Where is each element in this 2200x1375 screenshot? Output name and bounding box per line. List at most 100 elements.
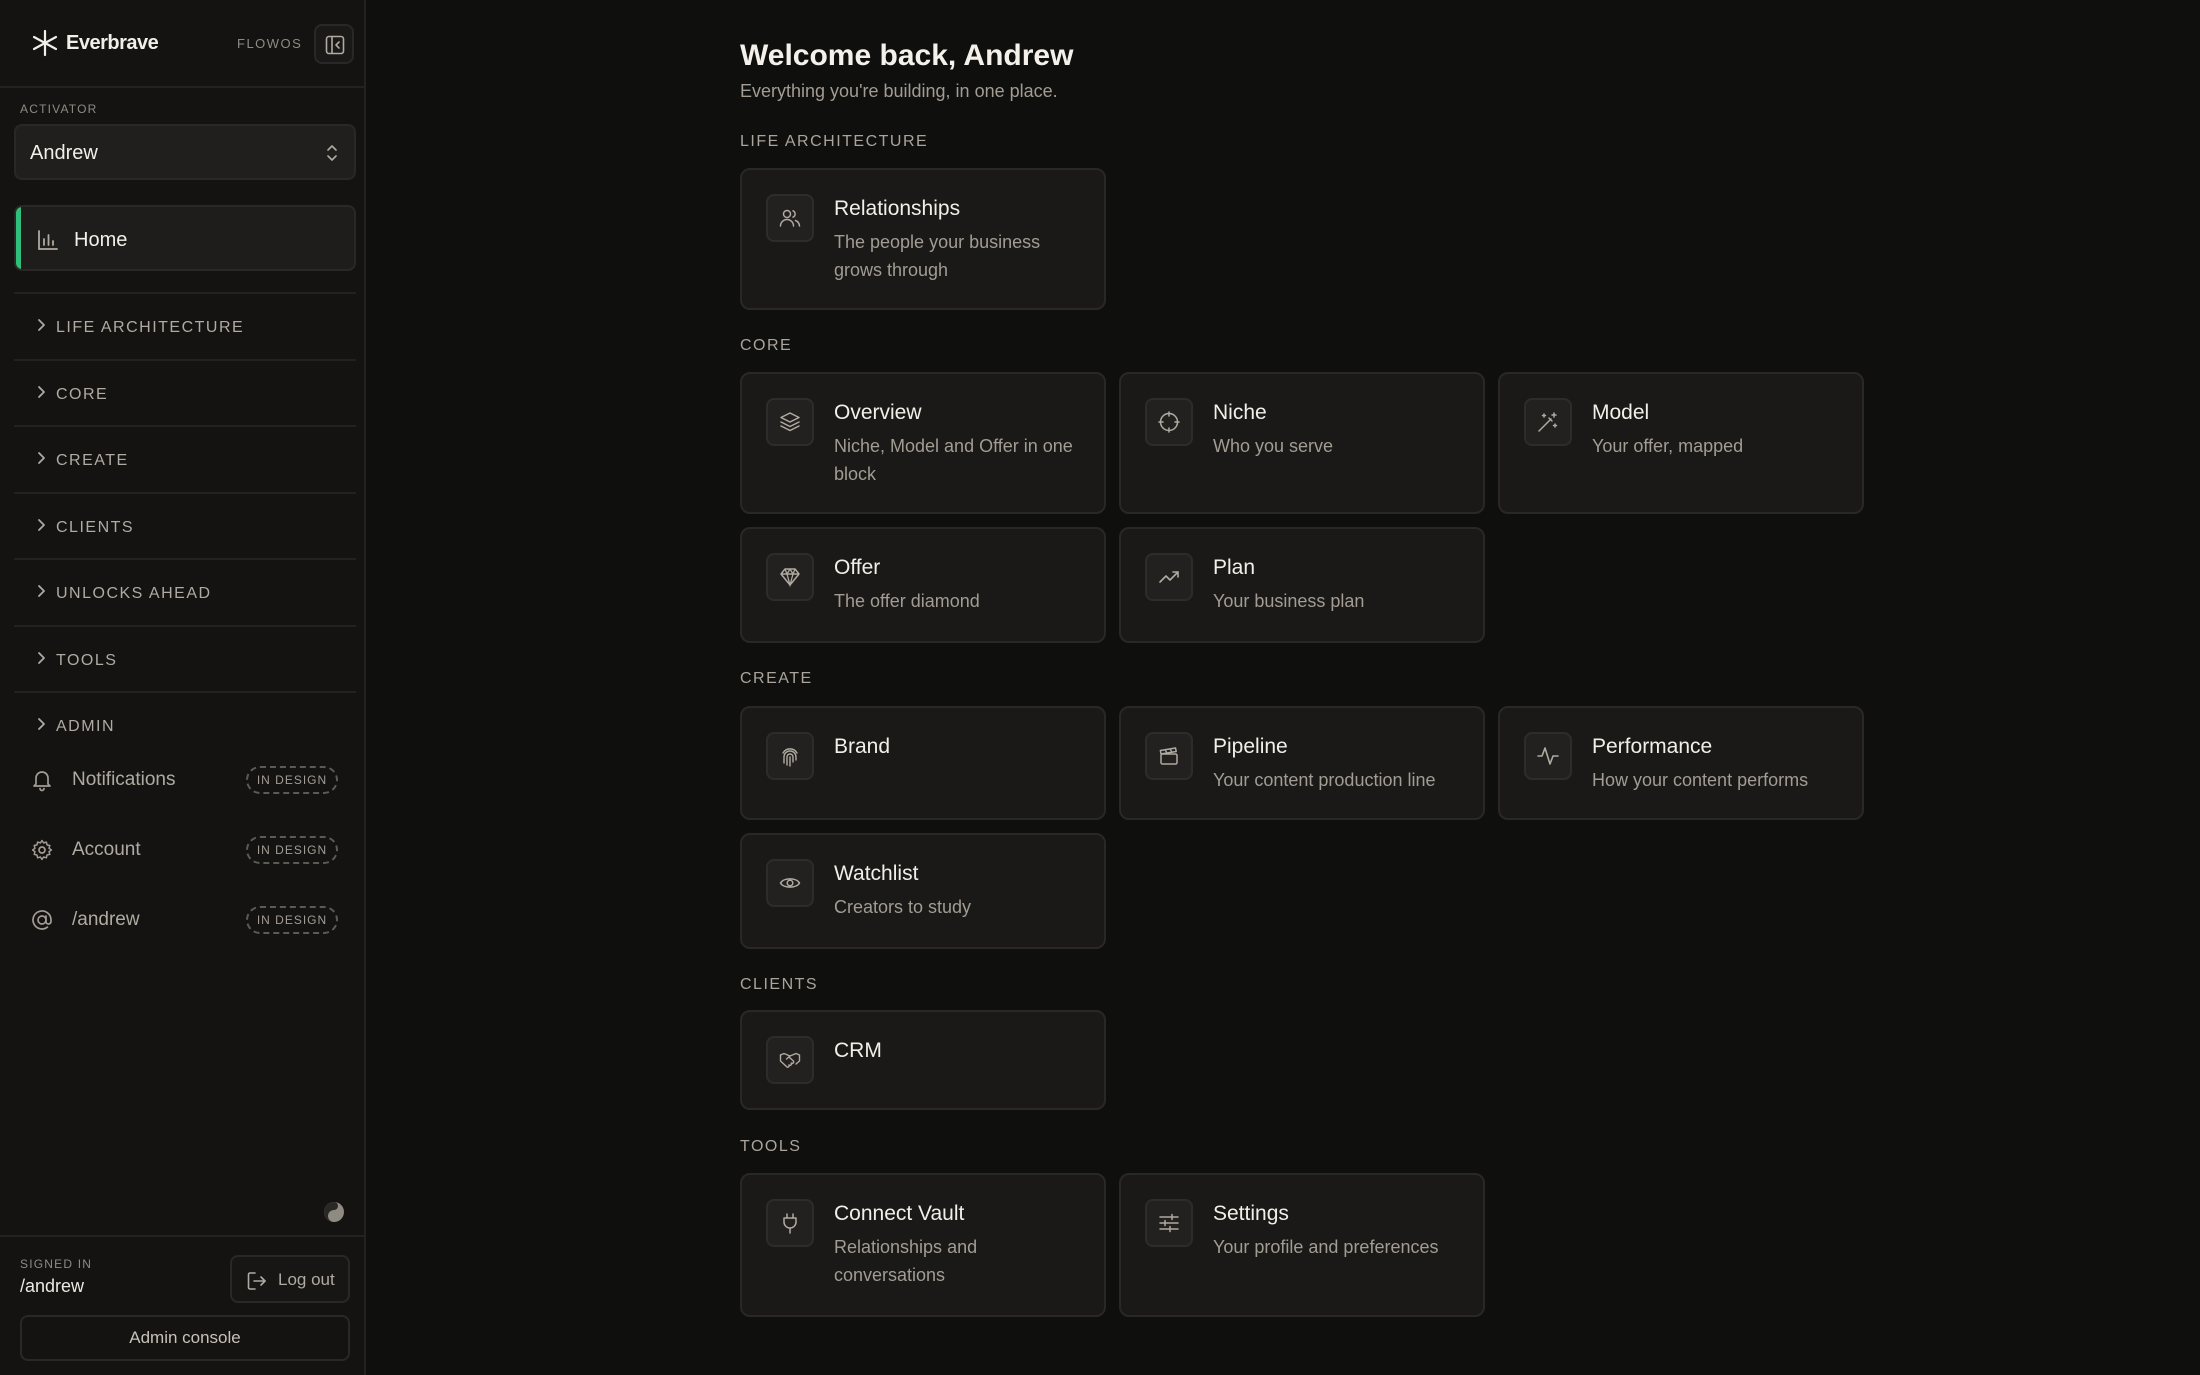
card-description: Your content production line <box>1213 770 1436 790</box>
card-icon-box <box>1524 732 1572 780</box>
card-icon-box <box>766 194 814 242</box>
card-title: Offer <box>834 556 881 579</box>
card-icon-box <box>766 1199 814 1247</box>
card-overview[interactable]: Overview Niche, Model and Offer in one b… <box>740 372 1106 514</box>
card-offer[interactable]: Offer The offer diamond <box>740 527 1106 643</box>
brand-name[interactable]: Everbrave <box>66 28 159 58</box>
sidebar-section-clients[interactable]: CLIENTS <box>14 492 356 558</box>
activator-label: ACTIVATOR <box>20 102 98 116</box>
plug-icon <box>783 1213 797 1234</box>
card-icon-box <box>766 732 814 780</box>
logout-icon <box>247 1272 266 1290</box>
sidebar: Everbrave FLOWOS ACTIVATOR Andrew Home L… <box>0 0 366 1375</box>
card-niche[interactable]: Niche Who you serve <box>1119 372 1485 514</box>
signed-in-user: /andrew <box>20 1276 85 1296</box>
sidebar-section-unlocks-ahead[interactable]: UNLOCKS AHEAD <box>14 558 356 624</box>
logout-label: Log out <box>278 1270 335 1289</box>
chevron-right-icon <box>38 519 45 531</box>
card-performance[interactable]: Performance How your content performs <box>1498 706 1864 820</box>
sidebar-item-notifications[interactable]: Notifications IN DESIGN <box>14 755 356 805</box>
main-content: Welcome back, Andrew Everything you're b… <box>740 0 2040 1375</box>
logout-button[interactable]: Log out <box>230 1255 350 1303</box>
group-label-tools: TOOLS <box>740 1138 802 1155</box>
card-settings[interactable]: Settings Your profile and preferences <box>1119 1173 1485 1317</box>
sidebar-section-create[interactable]: CREATE <box>14 425 356 491</box>
chevron-right-icon <box>38 718 45 730</box>
sidebar-item-home[interactable]: Home <box>14 205 356 271</box>
card-pipeline[interactable]: Pipeline Your content production line <box>1119 706 1485 820</box>
card-icon-box <box>766 1036 814 1084</box>
sidebar-item-label: Home <box>74 229 128 251</box>
card-model[interactable]: Model Your offer, mapped <box>1498 372 1864 514</box>
card-description: The offer diamond <box>834 591 980 611</box>
chevron-right-icon <box>38 652 45 664</box>
magic-wand-icon <box>1538 412 1558 432</box>
sidebar-section-label: ADMIN <box>56 718 116 735</box>
card-title: Niche <box>1213 401 1267 424</box>
sidebar-section-admin[interactable]: ADMIN <box>14 691 356 757</box>
sidebar-section-core[interactable]: CORE <box>14 359 356 425</box>
card-icon-box <box>766 398 814 446</box>
fingerprint-icon <box>782 748 798 767</box>
sidebar-item-label: Notifications <box>72 769 176 790</box>
group-label-core: CORE <box>740 337 793 354</box>
card-title: Brand <box>834 735 891 758</box>
card-description: Relationships and conversations <box>834 1237 978 1285</box>
eye-icon <box>779 878 801 888</box>
card-title: Settings <box>1213 1202 1289 1225</box>
card-title: Model <box>1592 401 1650 424</box>
asterisk-logo-icon <box>32 29 58 57</box>
gear-icon <box>31 839 53 861</box>
card-description: Niche, Model and Offer in one block <box>834 436 1073 484</box>
clapperboard-icon <box>1159 747 1178 765</box>
sidebar-section-label: UNLOCKS AHEAD <box>56 585 212 602</box>
crosshair-icon <box>1158 411 1180 433</box>
group-label-create: CREATE <box>740 670 813 687</box>
admin-console-button[interactable]: Admin console <box>20 1315 350 1361</box>
card-description: The people your business grows through <box>834 232 1041 280</box>
page-subtitle: Everything you're building, in one place… <box>740 81 1058 101</box>
sidebar-section-label: CREATE <box>56 452 129 469</box>
card-description: Your offer, mapped <box>1592 436 1744 456</box>
diamond-icon <box>780 568 800 588</box>
users-icon <box>779 209 801 227</box>
card-icon-box <box>766 553 814 601</box>
card-title: Pipeline <box>1213 735 1288 758</box>
sidebar-item-account[interactable]: Account IN DESIGN <box>14 825 356 875</box>
status-badge: IN DESIGN <box>246 836 338 864</box>
layers-icon <box>780 412 800 432</box>
card-plan[interactable]: Plan Your business plan <box>1119 527 1485 643</box>
card-watchlist[interactable]: Watchlist Creators to study <box>740 833 1106 949</box>
sidebar-section-life-architecture[interactable]: LIFE ARCHITECTURE <box>14 292 356 358</box>
signed-in-label: SIGNED IN <box>20 1257 93 1271</box>
card-crm[interactable]: CRM <box>740 1010 1106 1110</box>
collapse-sidebar-button[interactable] <box>314 24 354 64</box>
active-indicator <box>16 207 21 269</box>
card-description: Your profile and preferences <box>1213 1237 1439 1257</box>
activator-value: Andrew <box>30 142 98 164</box>
card-description: Your business plan <box>1213 591 1365 611</box>
status-badge: IN DESIGN <box>246 906 338 934</box>
bell-icon <box>33 771 51 792</box>
chevron-right-icon <box>38 319 45 331</box>
sidebar-item-profile[interactable]: /andrew IN DESIGN <box>14 895 356 945</box>
handshake-icon <box>779 1052 801 1068</box>
card-description: Creators to study <box>834 897 972 917</box>
sliders-icon <box>1159 1213 1179 1233</box>
chevron-right-icon <box>38 386 45 398</box>
activator-select[interactable]: Andrew <box>14 124 356 180</box>
trending-up-icon <box>1159 571 1179 583</box>
at-sign-icon <box>32 910 52 930</box>
card-brand[interactable]: Brand <box>740 706 1106 820</box>
brand-bar: Everbrave FLOWOS <box>0 0 364 88</box>
card-icon-box <box>1524 398 1572 446</box>
theme-toggle-icon[interactable] <box>322 1200 346 1224</box>
card-title: Connect Vault <box>834 1202 965 1225</box>
page-title: Welcome back, Andrew <box>740 39 1074 72</box>
card-relationships[interactable]: Relationships The people your business g… <box>740 168 1106 310</box>
sidebar-section-tools[interactable]: TOOLS <box>14 625 356 691</box>
card-title: Performance <box>1592 735 1713 758</box>
card-connect-vault[interactable]: Connect Vault Relationships and conversa… <box>740 1173 1106 1317</box>
product-label: FLOWOS <box>237 36 303 51</box>
card-icon-box <box>1145 553 1193 601</box>
